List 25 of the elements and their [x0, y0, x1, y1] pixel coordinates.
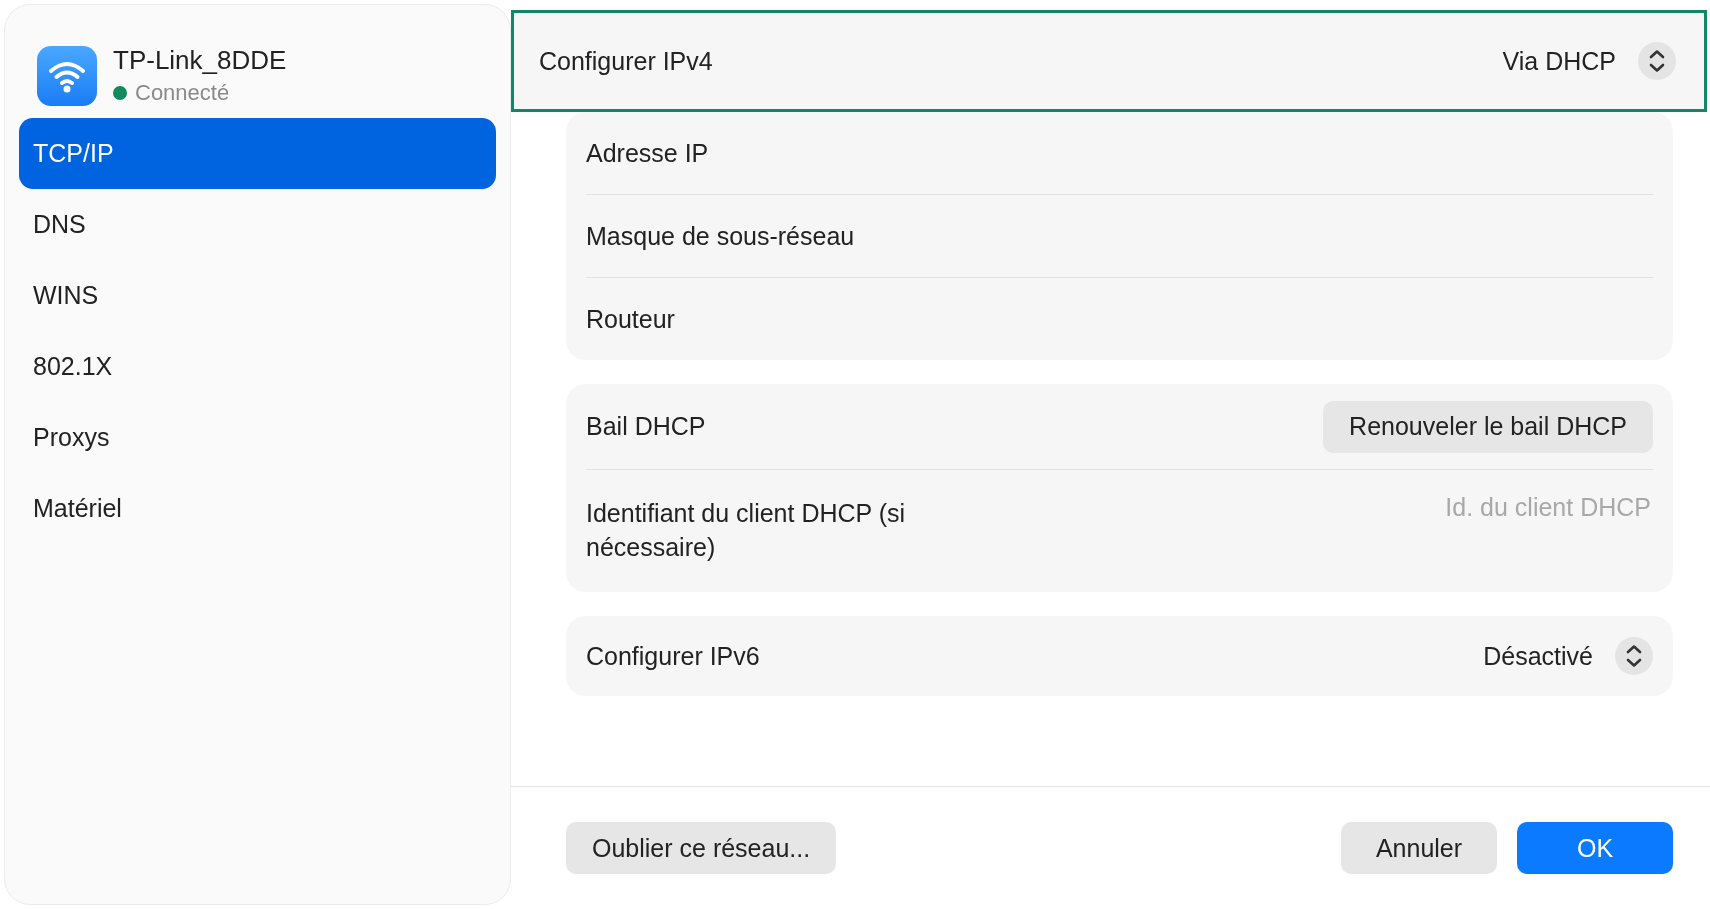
stepper-icon[interactable]	[1615, 637, 1653, 675]
ipv6-value[interactable]: Désactivé	[1483, 641, 1593, 671]
connection-status: Connecté	[135, 80, 230, 106]
sidebar-item[interactable]: WINS	[19, 260, 496, 331]
ipv4-label: Configurer IPv4	[539, 46, 713, 76]
client-id-label: Identifiant du client DHCP (si nécessaire)	[586, 498, 907, 563]
cancel-button[interactable]: Annuler	[1341, 822, 1497, 874]
sidebar-item[interactable]: 802.1X	[19, 331, 496, 402]
network-name: TP-Link_8DDE	[113, 45, 287, 76]
wifi-icon	[37, 45, 97, 106]
sidebar-item[interactable]: TCP/IP	[19, 118, 496, 189]
client-id-field[interactable]: Id. du client DHCP	[1349, 492, 1653, 523]
sidebar-item[interactable]: Proxys	[19, 402, 496, 473]
ipv4-value[interactable]: Via DHCP	[1502, 46, 1616, 76]
sidebar-item[interactable]: DNS	[19, 189, 496, 260]
field-label: Routeur	[586, 304, 675, 334]
dhcp-lease-label: Bail DHCP	[586, 412, 706, 441]
ok-button[interactable]: OK	[1517, 822, 1673, 874]
stepper-icon[interactable]	[1638, 42, 1676, 80]
forget-network-button[interactable]: Oublier ce réseau...	[566, 822, 837, 874]
renew-lease-button[interactable]: Renouveler le bail DHCP	[1323, 400, 1653, 453]
sidebar-item[interactable]: Matériel	[19, 473, 496, 544]
ipv6-label: Configurer IPv6	[586, 641, 760, 671]
field-label: Adresse IP	[586, 138, 709, 168]
field-label: Masque de sous-réseau	[586, 221, 855, 251]
